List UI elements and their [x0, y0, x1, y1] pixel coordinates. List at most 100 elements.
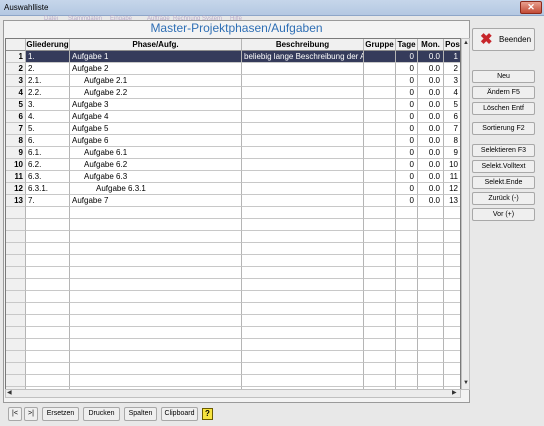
mon-cell: 0.0	[418, 171, 444, 183]
phase-cell: Aufgabe 6.3.1	[70, 183, 242, 195]
empty-cell	[444, 267, 460, 279]
phase-cell: Aufgabe 4	[70, 111, 242, 123]
empty-cell	[444, 207, 460, 219]
ersetzen-button[interactable]: Ersetzen	[42, 407, 79, 421]
window-title: Auswahlliste	[4, 3, 49, 12]
beschreibung-cell	[242, 99, 364, 111]
vertical-scrollbar[interactable]: ▲ ▼	[461, 38, 470, 390]
row-number: 13	[6, 195, 26, 207]
spalten-button[interactable]: Spalten	[124, 407, 157, 421]
gruppe-cell	[364, 171, 396, 183]
tage-cell: 0	[396, 99, 418, 111]
help-icon[interactable]: ?	[202, 408, 213, 420]
empty-cell	[70, 267, 242, 279]
gruppe-cell	[364, 99, 396, 111]
column-header: Gliederung	[26, 39, 70, 51]
empty-cell	[70, 219, 242, 231]
empty-cell	[26, 303, 70, 315]
clipboard-button[interactable]: Clipboard	[161, 407, 198, 421]
empty-cell	[242, 279, 364, 291]
gruppe-cell	[364, 159, 396, 171]
empty-cell	[364, 243, 396, 255]
phase-cell: Aufgabe 3	[70, 99, 242, 111]
empty-cell	[70, 363, 242, 375]
first-record-button[interactable]: |<	[8, 407, 22, 421]
empty-cell	[364, 219, 396, 231]
gliederung-cell: 3.	[26, 99, 70, 111]
beschreibung-cell	[242, 63, 364, 75]
phase-cell: Aufgabe 2	[70, 63, 242, 75]
last-record-button[interactable]: >|	[24, 407, 38, 421]
close-icon[interactable]: ✕	[520, 1, 542, 14]
row-number: 3	[6, 75, 26, 87]
empty-cell	[396, 219, 418, 231]
empty-cell	[418, 315, 444, 327]
empty-cell	[242, 231, 364, 243]
beschreibung-cell	[242, 111, 364, 123]
empty-cell	[70, 339, 242, 351]
empty-cell	[242, 267, 364, 279]
empty-cell	[364, 255, 396, 267]
pos-cell: 7	[444, 123, 460, 135]
empty-cell	[242, 363, 364, 375]
gruppe-cell	[364, 183, 396, 195]
empty-cell	[444, 327, 460, 339]
empty-cell	[26, 339, 70, 351]
zurueck-button[interactable]: Zurück (-)	[472, 192, 535, 205]
column-header: Mon.	[418, 39, 444, 51]
header-corner	[6, 39, 26, 51]
pos-cell: 13	[444, 195, 460, 207]
gliederung-cell: 4.	[26, 111, 70, 123]
scroll-left-icon[interactable]: ◀	[7, 390, 12, 397]
phase-cell: Aufgabe 6.3	[70, 171, 242, 183]
row-number: 8	[6, 135, 26, 147]
neu-button[interactable]: Neu	[472, 70, 535, 83]
selekt-ende-button[interactable]: Selekt.Ende	[472, 176, 535, 189]
empty-cell	[418, 303, 444, 315]
mon-cell: 0.0	[418, 183, 444, 195]
tage-cell: 0	[396, 111, 418, 123]
aendern-button[interactable]: Ändern F5	[472, 86, 535, 99]
empty-cell	[70, 327, 242, 339]
beenden-button[interactable]: ✖ Beenden	[472, 28, 535, 51]
gliederung-cell: 6.2.	[26, 159, 70, 171]
empty-cell	[364, 303, 396, 315]
tage-cell: 0	[396, 195, 418, 207]
empty-cell	[364, 291, 396, 303]
gliederung-cell: 6.	[26, 135, 70, 147]
sortierung-button[interactable]: Sortierung F2	[472, 122, 535, 135]
selekt-volltext-button[interactable]: Selekt.Volltext	[472, 160, 535, 173]
gliederung-cell: 2.	[26, 63, 70, 75]
gliederung-cell: 2.2.	[26, 87, 70, 99]
empty-cell	[364, 267, 396, 279]
horizontal-scrollbar[interactable]: ◀ ▶	[5, 389, 461, 398]
empty-cell	[242, 327, 364, 339]
data-table[interactable]: Gliederung Phase/Aufg. Beschreibung Gruppe T…	[5, 38, 461, 398]
drucken-button[interactable]: Drucken	[83, 407, 120, 421]
empty-cell	[396, 231, 418, 243]
empty-cell	[6, 315, 26, 327]
empty-cell	[364, 351, 396, 363]
beschreibung-cell	[242, 183, 364, 195]
tage-cell: 0	[396, 183, 418, 195]
vor-button[interactable]: Vor (+)	[472, 208, 535, 221]
empty-cell	[364, 315, 396, 327]
empty-cell	[70, 279, 242, 291]
empty-cell	[242, 351, 364, 363]
empty-cell	[418, 339, 444, 351]
scroll-right-icon[interactable]: ▶	[452, 390, 457, 397]
tage-cell: 0	[396, 159, 418, 171]
empty-cell	[70, 375, 242, 387]
empty-cell	[26, 267, 70, 279]
selektieren-button[interactable]: Selektieren F3	[472, 144, 535, 157]
mon-cell: 0.0	[418, 51, 444, 63]
loeschen-button[interactable]: Löschen Entf	[472, 102, 535, 115]
gruppe-cell	[364, 147, 396, 159]
empty-cell	[242, 339, 364, 351]
column-header: Pos	[444, 39, 460, 51]
scroll-down-icon[interactable]: ▼	[463, 380, 469, 387]
empty-cell	[242, 207, 364, 219]
scroll-up-icon[interactable]: ▲	[463, 40, 469, 47]
empty-cell	[396, 291, 418, 303]
empty-cell	[26, 231, 70, 243]
